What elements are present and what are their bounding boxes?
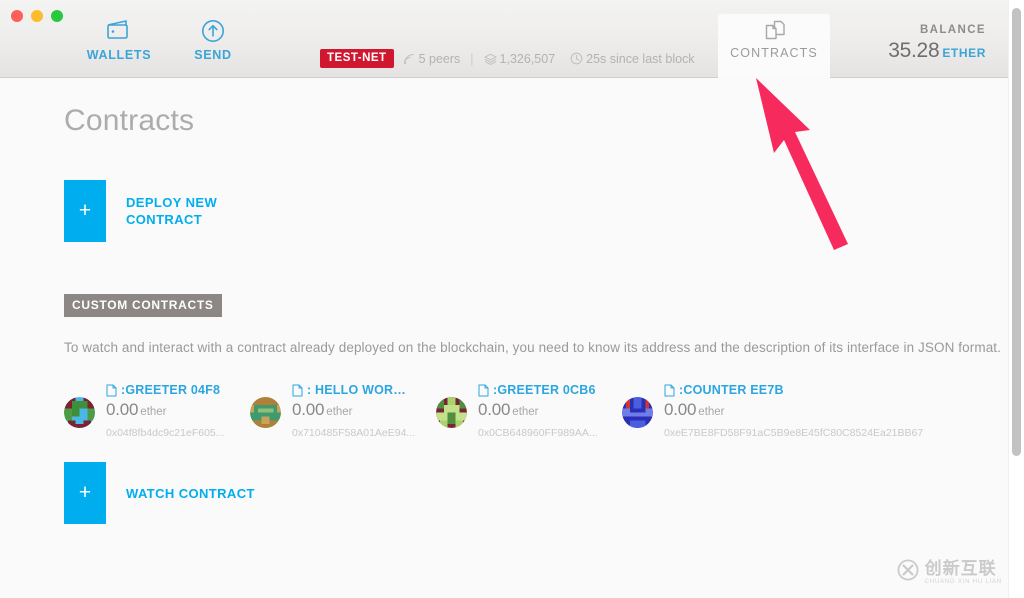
nav-item-contracts-label: CONTRACTS <box>730 46 818 60</box>
document-icon <box>292 384 303 396</box>
zoom-window-button[interactable] <box>51 10 63 22</box>
last-block-label: 25s since last block <box>586 51 695 66</box>
circled-x-logo <box>897 559 919 586</box>
contract-name: :GREETER 04F8 <box>106 383 225 397</box>
avatar <box>436 397 467 428</box>
section-badge-custom-contracts: CUSTOM CONTRACTS <box>64 294 222 317</box>
contract-list-item[interactable]: :GREETER 04F8 0.00 ether 0x04f8fb4dc9c21e… <box>64 383 250 439</box>
block-number-status: 1,326,507 <box>483 51 556 66</box>
contract-list-item[interactable]: :GREETER 0CB6 0.00 ether 0x0CB648960FF989… <box>436 383 622 439</box>
vertical-scrollbar-thumb[interactable] <box>1012 8 1021 456</box>
avatar <box>64 397 95 428</box>
contract-list-item[interactable]: : HELLO WOR… 0.00 ether 0x710485F58A01AeE… <box>250 383 436 439</box>
deploy-label-line2: CONTRACT <box>126 212 203 227</box>
send-up-arrow-icon <box>158 18 268 44</box>
page-title: Contracts <box>64 104 195 137</box>
contract-name: :COUNTER EE7B <box>664 383 852 397</box>
contract-name-label: :GREETER 04F8 <box>121 383 221 397</box>
balance-display: BALANCE 35.28 ETHER <box>888 24 986 63</box>
document-icon <box>664 384 675 396</box>
avatar <box>622 397 653 428</box>
watch-contract-button[interactable]: + WATCH CONTRACT <box>64 462 255 524</box>
peers-count-label: 5 peers <box>418 51 461 66</box>
contract-list: :GREETER 04F8 0.00 ether 0x04f8fb4dc9c21e… <box>64 383 924 439</box>
balance-unit: ETHER <box>942 46 986 60</box>
window-traffic-lights <box>11 10 63 22</box>
contract-balance-unit: ether <box>140 406 167 418</box>
plus-icon: + <box>64 180 106 242</box>
network-status-bar: TEST-NET 5 peers | 1,326,507 25s since l… <box>320 49 695 68</box>
status-separator: | <box>470 51 474 66</box>
contract-balance: 0.00 ether <box>664 400 852 420</box>
contract-balance-amount: 0.00 <box>478 400 511 419</box>
contract-balance-unit: ether <box>326 406 353 418</box>
watermark-sub-label: CHUANG XIN HU LIAN <box>924 579 1002 585</box>
vertical-scrollbar-track[interactable] <box>1008 0 1024 598</box>
document-icon <box>478 384 489 396</box>
balance-amount: 35.28 <box>888 39 940 62</box>
plus-icon: + <box>64 462 106 524</box>
documents-icon <box>718 14 830 42</box>
contract-balance: 0.00 ether <box>478 400 598 420</box>
deploy-new-contract-button[interactable]: + DEPLOY NEW CONTRACT <box>64 180 217 242</box>
nav-item-send-label: SEND <box>194 48 232 62</box>
section-description: To watch and interact with a contract al… <box>64 340 1002 355</box>
app-header: WALLETS SEND TEST-NET 5 peers | 1,326,50… <box>0 0 1008 78</box>
clock-icon <box>570 52 583 65</box>
block-number-label: 1,326,507 <box>499 51 556 66</box>
contract-name-label: :GREETER 0CB6 <box>493 383 596 397</box>
app-window: WALLETS SEND TEST-NET 5 peers | 1,326,50… <box>0 0 1024 598</box>
contract-address: 0x710485F58A01AeE94... <box>292 427 416 439</box>
avatar <box>250 397 281 428</box>
blocks-stack-icon <box>483 53 497 65</box>
contract-balance: 0.00 ether <box>106 400 225 420</box>
contract-balance: 0.00 ether <box>292 400 415 420</box>
contract-list-item[interactable]: :COUNTER EE7B 0.00 ether 0xeE7BE8FD58F91a… <box>622 383 924 439</box>
contract-name-label: :COUNTER EE7B <box>679 383 784 397</box>
contract-name-label: : HELLO WOR… <box>307 383 406 397</box>
contract-address: 0x04f8fb4dc9c21eF605... <box>106 427 225 439</box>
minimize-window-button[interactable] <box>31 10 43 22</box>
nav-item-send[interactable]: SEND <box>158 18 268 62</box>
deploy-new-contract-label: DEPLOY NEW CONTRACT <box>126 194 217 228</box>
contract-balance-unit: ether <box>512 406 539 418</box>
last-block-status: 25s since last block <box>570 51 695 66</box>
peers-status: 5 peers <box>403 51 461 66</box>
contract-name: : HELLO WOR… <box>292 383 415 397</box>
close-window-button[interactable] <box>11 10 23 22</box>
watermark: 创新互联 CHUANG XIN HU LIAN <box>897 559 1002 586</box>
watermark-main-label: 创新互联 <box>924 559 997 578</box>
document-icon <box>106 384 117 396</box>
contract-balance-unit: ether <box>698 406 725 418</box>
watermark-text: 创新互联 CHUANG XIN HU LIAN <box>925 560 1002 585</box>
contract-name: :GREETER 0CB6 <box>478 383 598 397</box>
contract-address: 0xeE7BE8FD58F91aC5B9e8E45fC80C8524Ea21BB… <box>664 427 924 439</box>
deploy-label-line1: DEPLOY NEW <box>126 195 218 210</box>
contract-balance-amount: 0.00 <box>664 400 697 419</box>
watch-contract-label: WATCH CONTRACT <box>126 485 255 501</box>
peers-signal-icon <box>403 53 414 64</box>
contract-balance-amount: 0.00 <box>292 400 325 419</box>
main-content: Contracts + DEPLOY NEW CONTRACT CUSTOM C… <box>0 78 1008 598</box>
balance-caption: BALANCE <box>919 24 986 36</box>
contract-balance-amount: 0.00 <box>106 400 139 419</box>
nav-item-contracts[interactable]: CONTRACTS <box>718 14 830 78</box>
contract-address: 0x0CB648960FF989AA... <box>478 427 598 439</box>
status-badge-testnet: TEST-NET <box>320 49 394 68</box>
